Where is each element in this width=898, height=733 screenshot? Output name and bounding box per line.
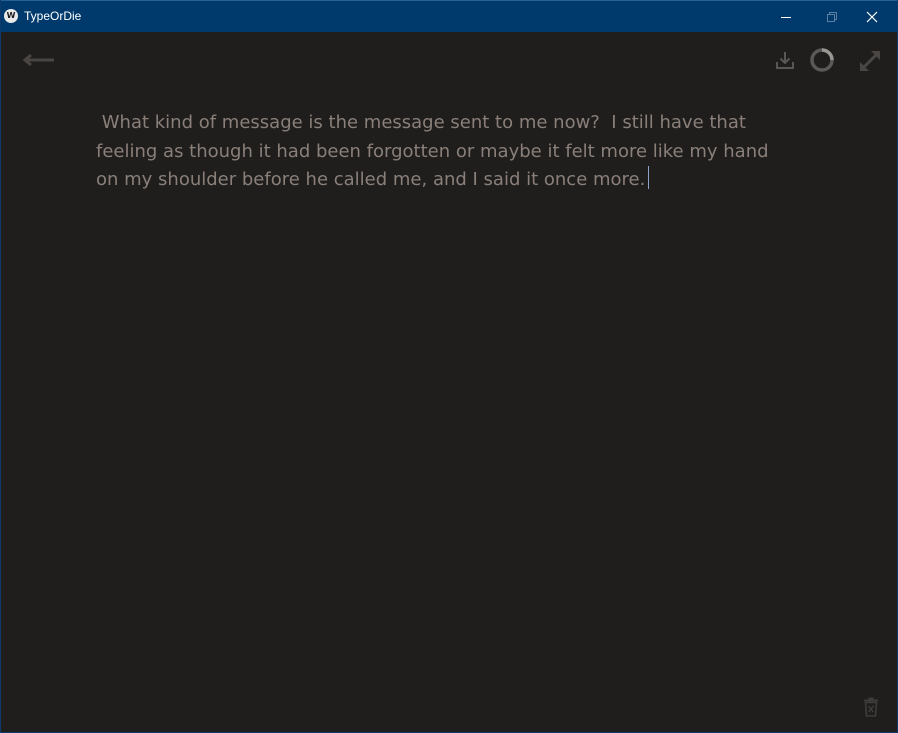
- restore-icon: [827, 11, 837, 22]
- expand-icon: [859, 50, 881, 72]
- download-icon: [776, 52, 794, 69]
- back-button[interactable]: [21, 48, 57, 72]
- window-title: TypeOrDie: [24, 9, 82, 23]
- delete-button[interactable]: [861, 695, 881, 719]
- fullscreen-button[interactable]: [856, 47, 884, 75]
- timer-indicator: [808, 46, 836, 74]
- trash-icon: [864, 697, 878, 717]
- writing-text: What kind of message is the message sent…: [96, 112, 775, 190]
- minimize-button[interactable]: [763, 1, 809, 32]
- app-logo-glyph: W: [6, 11, 16, 20]
- text-caret: [648, 166, 650, 189]
- minimize-icon: [781, 16, 791, 18]
- app-logo-icon: W: [4, 9, 18, 23]
- writing-area[interactable]: What kind of message is the message sent…: [96, 109, 796, 195]
- close-icon: [866, 11, 878, 22]
- app-window: W TypeOrDie What kind of message is the …: [0, 0, 898, 733]
- title-bar[interactable]: W TypeOrDie: [1, 0, 897, 32]
- close-button[interactable]: [849, 1, 895, 32]
- download-button[interactable]: [773, 48, 797, 72]
- arrow-left-icon: [22, 53, 54, 67]
- timer-ring-icon: [810, 48, 834, 72]
